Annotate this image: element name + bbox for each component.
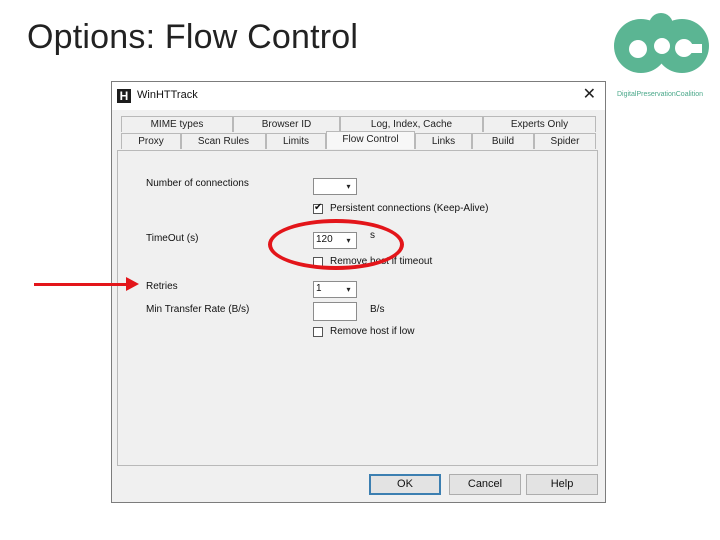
window-title: WinHTTrack bbox=[137, 89, 198, 101]
flow-control-panel: Number of connections ▾ ✔ Persistent con… bbox=[117, 150, 598, 466]
persistent-connections-label[interactable]: Persistent connections (Keep-Alive) bbox=[330, 203, 488, 214]
annotation-arrow-icon bbox=[126, 277, 139, 291]
tab-flow-control[interactable]: Flow Control bbox=[326, 131, 415, 149]
retries-label: Retries bbox=[146, 281, 178, 292]
logo-counter-p bbox=[654, 38, 670, 54]
annotation-arrow-shaft bbox=[34, 283, 130, 286]
tab-build[interactable]: Build bbox=[472, 133, 534, 149]
min-transfer-rate-unit: B/s bbox=[370, 304, 385, 315]
connections-label: Number of connections bbox=[146, 178, 249, 189]
tab-links[interactable]: Links bbox=[415, 133, 472, 149]
logo-counter-c-open bbox=[688, 44, 702, 53]
retries-select[interactable]: 1 ▾ bbox=[313, 281, 357, 298]
dpc-logo bbox=[614, 13, 709, 73]
tab-limits[interactable]: Limits bbox=[266, 133, 326, 149]
slide-title: Options: Flow Control bbox=[27, 18, 359, 56]
logo-circle-top bbox=[649, 13, 673, 37]
close-icon[interactable]: ✕ bbox=[583, 86, 596, 104]
annotation-circle bbox=[268, 219, 404, 270]
checkmark-icon: ✔ bbox=[314, 202, 323, 213]
tab-proxy[interactable]: Proxy bbox=[121, 133, 181, 149]
timeout-label: TimeOut (s) bbox=[146, 233, 199, 244]
logo-caption: DigitalPreservationCoalition bbox=[617, 91, 703, 98]
retries-value: 1 bbox=[316, 283, 322, 294]
chevron-down-icon[interactable]: ▾ bbox=[342, 283, 355, 296]
min-transfer-rate-label: Min Transfer Rate (B/s) bbox=[146, 304, 250, 315]
persistent-connections-checkbox[interactable]: ✔ bbox=[313, 202, 323, 214]
logo-counter-d bbox=[629, 40, 647, 58]
tab-mime-types[interactable]: MIME types bbox=[121, 116, 233, 132]
help-button[interactable]: Help bbox=[526, 474, 598, 495]
winhttrack-options-dialog: H WinHTTrack ✕ MIME types Browser ID Log… bbox=[111, 81, 606, 503]
title-bar[interactable]: H WinHTTrack ✕ bbox=[112, 82, 605, 110]
ok-button[interactable]: OK bbox=[369, 474, 441, 495]
tab-experts-only[interactable]: Experts Only bbox=[483, 116, 596, 132]
httrack-app-icon: H bbox=[117, 89, 131, 103]
remove-host-low-checkbox[interactable] bbox=[313, 327, 323, 337]
tab-browser-id[interactable]: Browser ID bbox=[233, 116, 340, 132]
connections-select[interactable]: ▾ bbox=[313, 178, 357, 195]
remove-host-low-label[interactable]: Remove host if low bbox=[330, 326, 414, 337]
tab-log-index-cache[interactable]: Log, Index, Cache bbox=[340, 116, 483, 132]
cancel-button[interactable]: Cancel bbox=[449, 474, 521, 495]
tab-scan-rules[interactable]: Scan Rules bbox=[181, 133, 266, 149]
chevron-down-icon[interactable]: ▾ bbox=[342, 180, 355, 193]
min-transfer-rate-input[interactable] bbox=[313, 302, 357, 321]
tab-spider[interactable]: Spider bbox=[534, 133, 596, 149]
